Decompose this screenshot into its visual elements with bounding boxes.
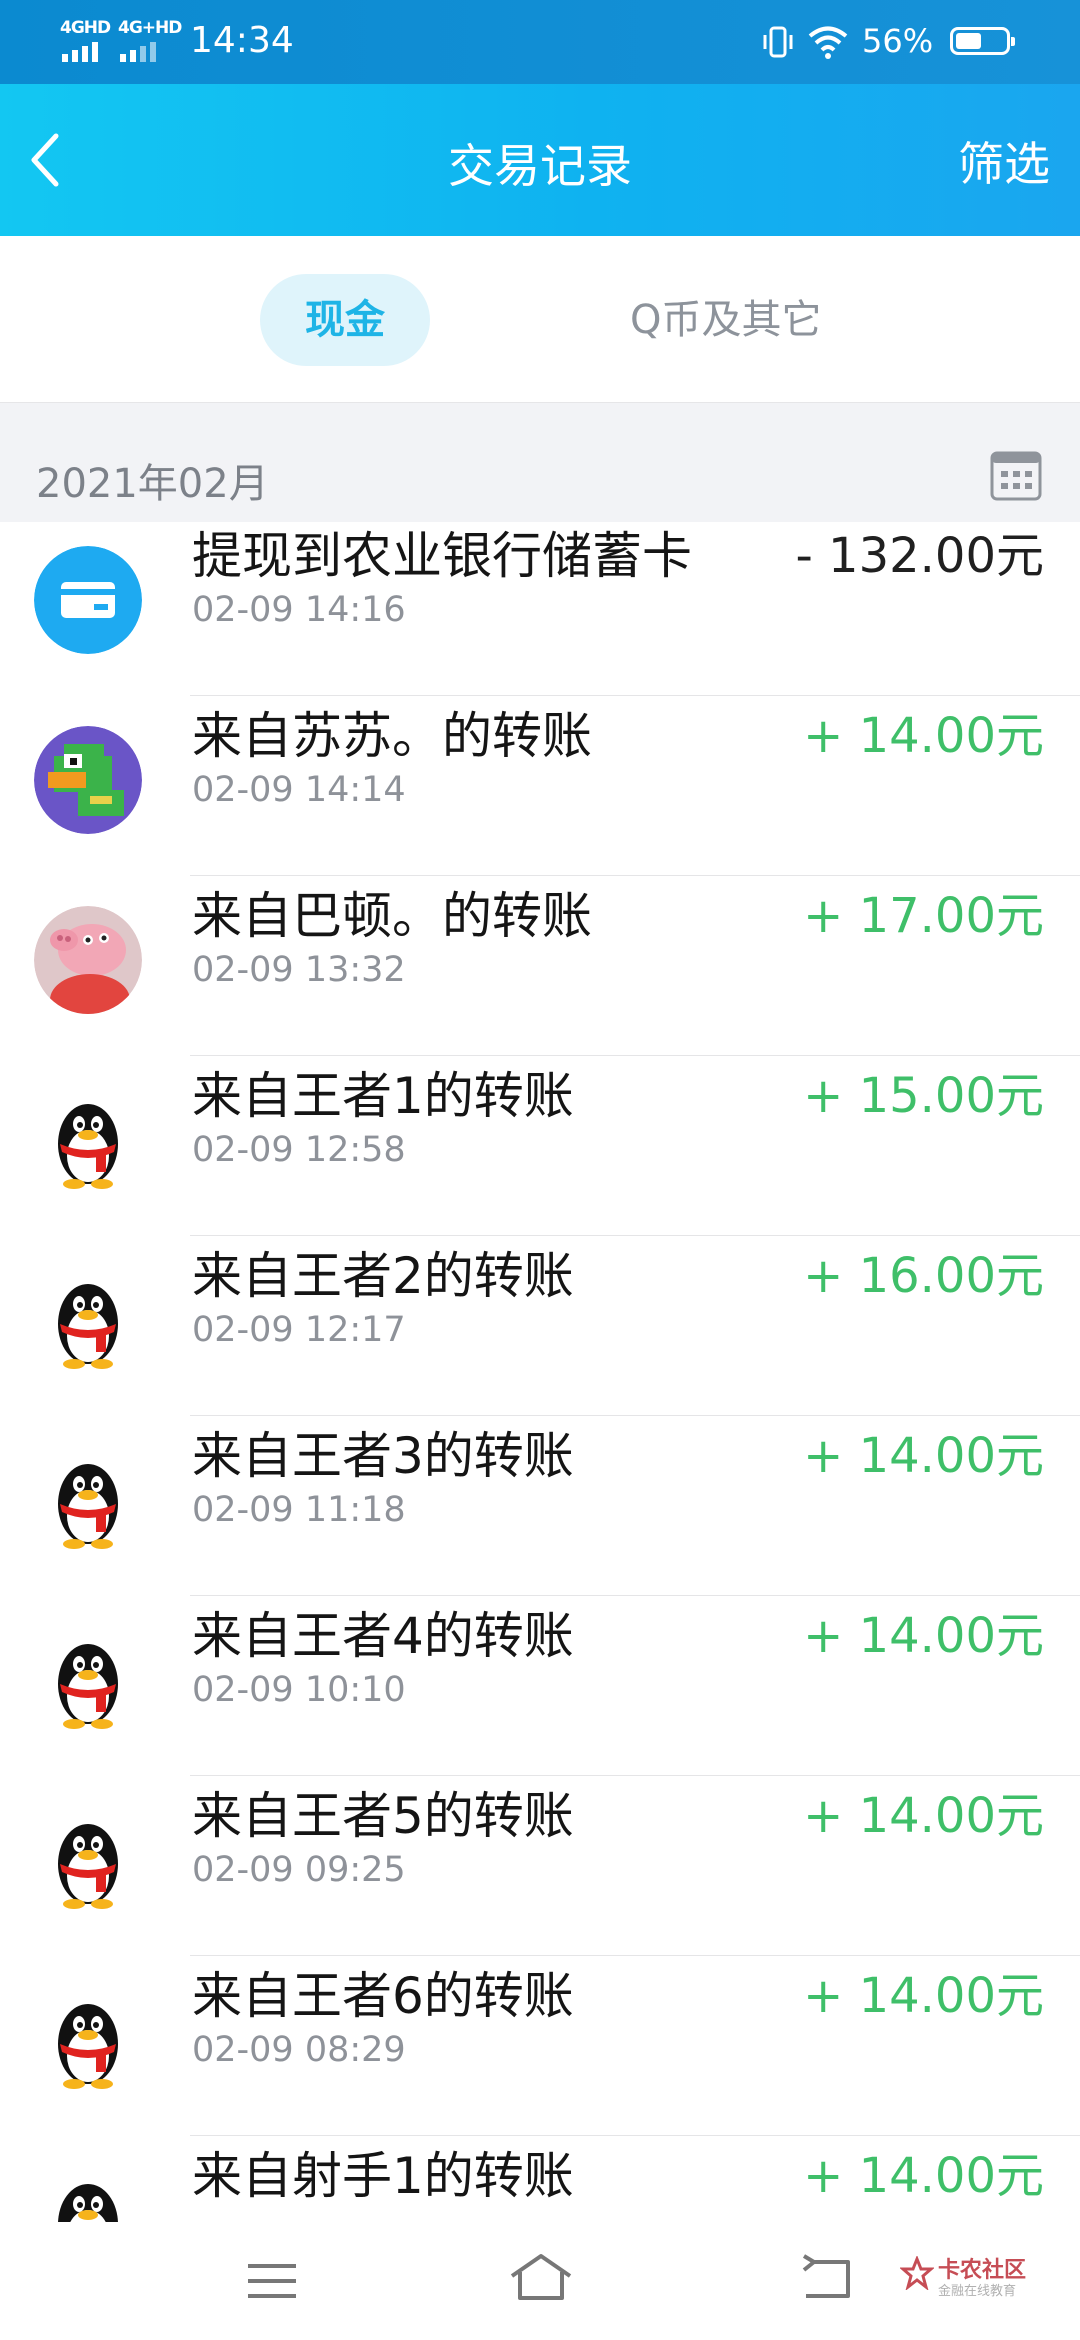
signal-label-2: 4G+HD xyxy=(118,18,182,38)
signal-bars-icon xyxy=(120,42,156,62)
transaction-amount: + 14.00元 xyxy=(803,1428,1044,1484)
transaction-amount: + 14.00元 xyxy=(803,2148,1044,2204)
transaction-time: 02-09 08:29 xyxy=(192,2030,406,2070)
tab-bar: 现金 Q币及其它 xyxy=(0,236,1080,402)
transaction-row[interactable]: 来自苏苏。的转账 02-09 14:14 + 14.00元 xyxy=(0,696,1080,876)
filter-button[interactable]: 筛选 xyxy=(958,128,1050,194)
transaction-title: 来自射手1的转账 xyxy=(192,2147,574,2205)
transaction-time: 02-09 09:25 xyxy=(192,1850,406,1890)
transaction-amount: + 14.00元 xyxy=(803,1608,1044,1664)
back-icon[interactable] xyxy=(796,2252,856,2306)
transaction-amount: - 132.00元 xyxy=(795,528,1044,584)
transaction-row[interactable]: 来自王者6的转账 02-09 08:29 + 14.00元 xyxy=(0,1956,1080,2136)
wifi-icon xyxy=(808,26,848,59)
transaction-row[interactable]: 来自射手1的转账 + 14.00元 xyxy=(0,2136,1080,2222)
status-time: 14:34 xyxy=(190,20,294,61)
transaction-amount: + 16.00元 xyxy=(803,1248,1044,1304)
transaction-title: 来自王者2的转账 xyxy=(192,1247,574,1305)
penguin-avatar xyxy=(34,2166,142,2222)
pixel-duck-avatar xyxy=(34,726,142,834)
battery-icon xyxy=(950,27,1015,55)
tab-qcoin[interactable]: Q币及其它 xyxy=(630,274,821,366)
transaction-time: 02-09 10:10 xyxy=(192,1670,406,1710)
transaction-row[interactable]: 来自王者4的转账 02-09 10:10 + 14.00元 xyxy=(0,1596,1080,1776)
tab-cash[interactable]: 现金 xyxy=(260,274,430,366)
signal-bars-icon xyxy=(62,42,98,62)
transaction-amount: + 14.00元 xyxy=(803,708,1044,764)
penguin-avatar xyxy=(34,1806,142,1914)
penguin-avatar xyxy=(34,1446,142,1554)
transaction-row[interactable]: 来自王者2的转账 02-09 12:17 + 16.00元 xyxy=(0,1236,1080,1416)
battery-percent: 56% xyxy=(862,22,934,60)
bank-card-icon xyxy=(34,546,142,654)
transaction-title: 来自王者1的转账 xyxy=(192,1067,574,1125)
transaction-row[interactable]: 来自王者1的转账 02-09 12:58 + 15.00元 xyxy=(0,1056,1080,1236)
page-title: 交易记录 xyxy=(448,139,632,193)
transaction-title: 来自王者5的转账 xyxy=(192,1787,574,1845)
menu-icon[interactable] xyxy=(244,2256,300,2306)
calendar-icon[interactable] xyxy=(988,447,1044,503)
watermark-logo-icon xyxy=(900,2256,934,2290)
signal-label-1: 4GHD xyxy=(60,18,111,38)
transaction-title: 来自王者4的转账 xyxy=(192,1607,574,1665)
app-header: 交易记录 筛选 xyxy=(0,84,1080,236)
transaction-title: 来自王者6的转账 xyxy=(192,1967,574,2025)
transaction-amount: + 17.00元 xyxy=(803,888,1044,944)
penguin-avatar xyxy=(34,1986,142,2094)
vibrate-icon xyxy=(763,26,793,58)
watermark: 卡农社区 金融在线教育 xyxy=(900,2252,1060,2302)
transaction-row[interactable]: 来自巴顿。的转账 02-09 13:32 + 17.00元 xyxy=(0,876,1080,1056)
transaction-time: 02-09 11:18 xyxy=(192,1490,406,1530)
transaction-time: 02-09 12:17 xyxy=(192,1310,406,1350)
penguin-avatar xyxy=(34,1626,142,1734)
penguin-avatar xyxy=(34,1086,142,1194)
home-icon[interactable] xyxy=(506,2248,576,2308)
transaction-list: 提现到农业银行储蓄卡 02-09 14:16 - 132.00元 来自苏苏。的转… xyxy=(0,522,1080,2222)
transaction-row[interactable]: 来自王者5的转账 02-09 09:25 + 14.00元 xyxy=(0,1776,1080,1956)
transaction-title: 来自巴顿。的转账 xyxy=(192,887,592,945)
transaction-row[interactable]: 来自王者3的转账 02-09 11:18 + 14.00元 xyxy=(0,1416,1080,1596)
month-header: 2021年02月 xyxy=(0,402,1080,523)
transaction-amount: + 14.00元 xyxy=(803,1788,1044,1844)
transaction-amount: + 14.00元 xyxy=(803,1968,1044,2024)
pink-pig-avatar xyxy=(34,906,142,1014)
penguin-avatar xyxy=(34,1266,142,1374)
transaction-time: 02-09 14:16 xyxy=(192,590,406,630)
transaction-time: 02-09 13:32 xyxy=(192,950,406,990)
watermark-subtitle: 金融在线教育 xyxy=(938,2284,1017,2299)
system-nav-bar: 卡农社区 金融在线教育 xyxy=(0,2222,1080,2340)
transaction-time: 02-09 14:14 xyxy=(192,770,406,810)
month-label: 2021年02月 xyxy=(36,461,269,507)
status-bar: 4GHD 4G+HD 14:34 56% xyxy=(0,0,1080,84)
transaction-title: 提现到农业银行储蓄卡 xyxy=(192,527,692,585)
transaction-title: 来自王者3的转账 xyxy=(192,1427,574,1485)
transaction-row[interactable]: 提现到农业银行储蓄卡 02-09 14:16 - 132.00元 xyxy=(0,522,1080,696)
transaction-time: 02-09 12:58 xyxy=(192,1130,406,1170)
transaction-title: 来自苏苏。的转账 xyxy=(192,707,592,765)
transaction-amount: + 15.00元 xyxy=(803,1068,1044,1124)
